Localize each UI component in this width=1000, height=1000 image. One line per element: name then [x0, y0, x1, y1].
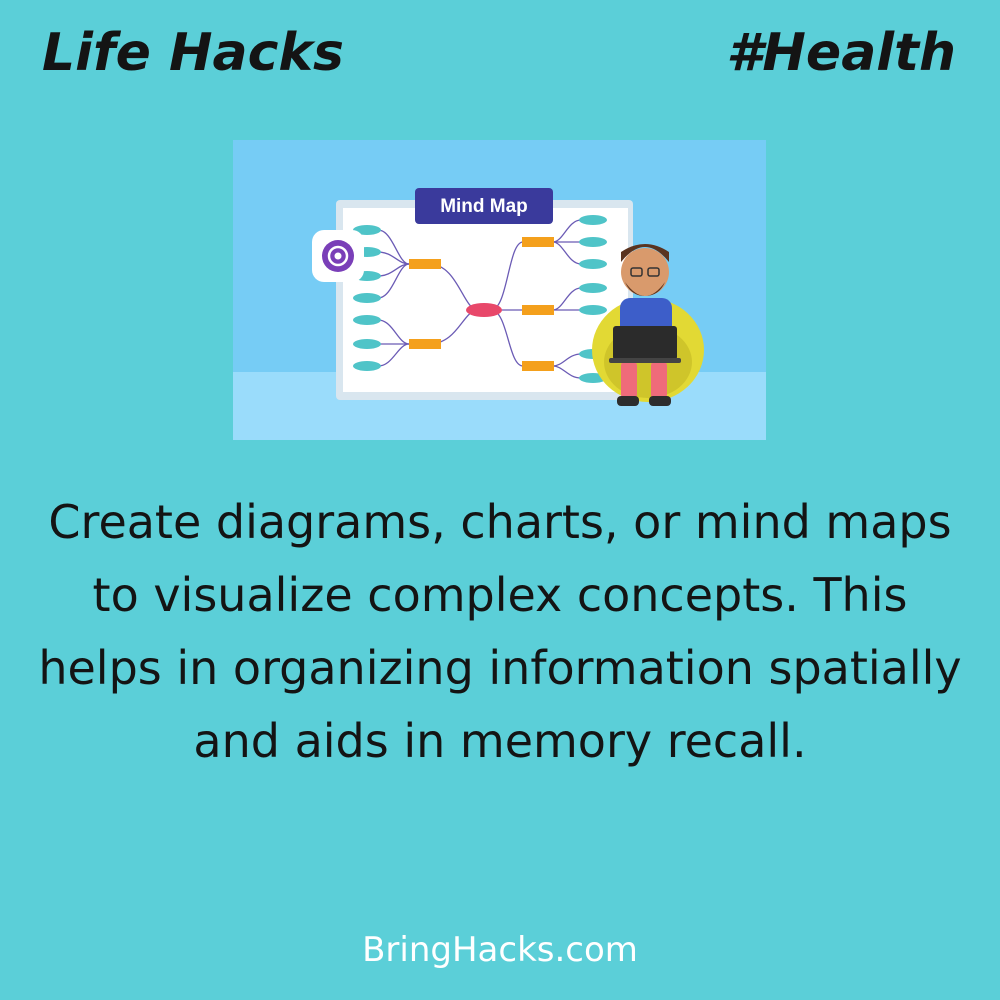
- center-node: [466, 303, 502, 317]
- site-credit: BringHacks.com: [362, 930, 638, 970]
- board-title-badge: Mind Map: [415, 188, 553, 224]
- mind-map-illustration: Mind Map: [233, 140, 766, 440]
- tip-text: Create diagrams, charts, or mind maps to…: [38, 495, 962, 768]
- page-title: Life Hacks: [42, 23, 344, 83]
- board-title: Mind Map: [440, 196, 528, 217]
- category-hashtag: #Health: [726, 23, 956, 83]
- at-sign-icon: [312, 230, 364, 282]
